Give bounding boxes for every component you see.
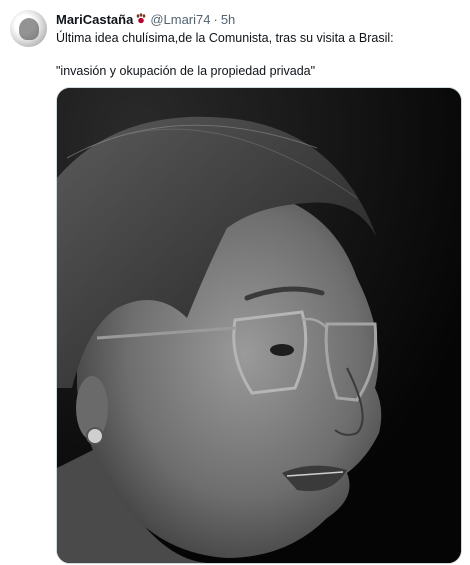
tweet-text-line-1: Última idea chulísima,de la Comunista, t…: [56, 31, 394, 45]
timestamp[interactable]: 5h: [221, 12, 235, 27]
avatar-silhouette: [19, 18, 39, 40]
tweet-media-image[interactable]: [56, 87, 462, 564]
tweet-text-line-2: "invasión y okupación de la propiedad pr…: [56, 64, 316, 78]
portrait-photo: [57, 88, 461, 563]
tweet[interactable]: MariCastaña @Lmari74 · 5h Última idea ch…: [0, 0, 470, 565]
avatar[interactable]: [10, 10, 47, 47]
tweet-header: MariCastaña @Lmari74 · 5h: [56, 10, 235, 28]
paw-prints-icon: [135, 13, 147, 25]
author-handle[interactable]: @Lmari74: [150, 12, 210, 27]
separator-dot: ·: [213, 11, 218, 27]
author-name[interactable]: MariCastaña: [56, 12, 133, 27]
